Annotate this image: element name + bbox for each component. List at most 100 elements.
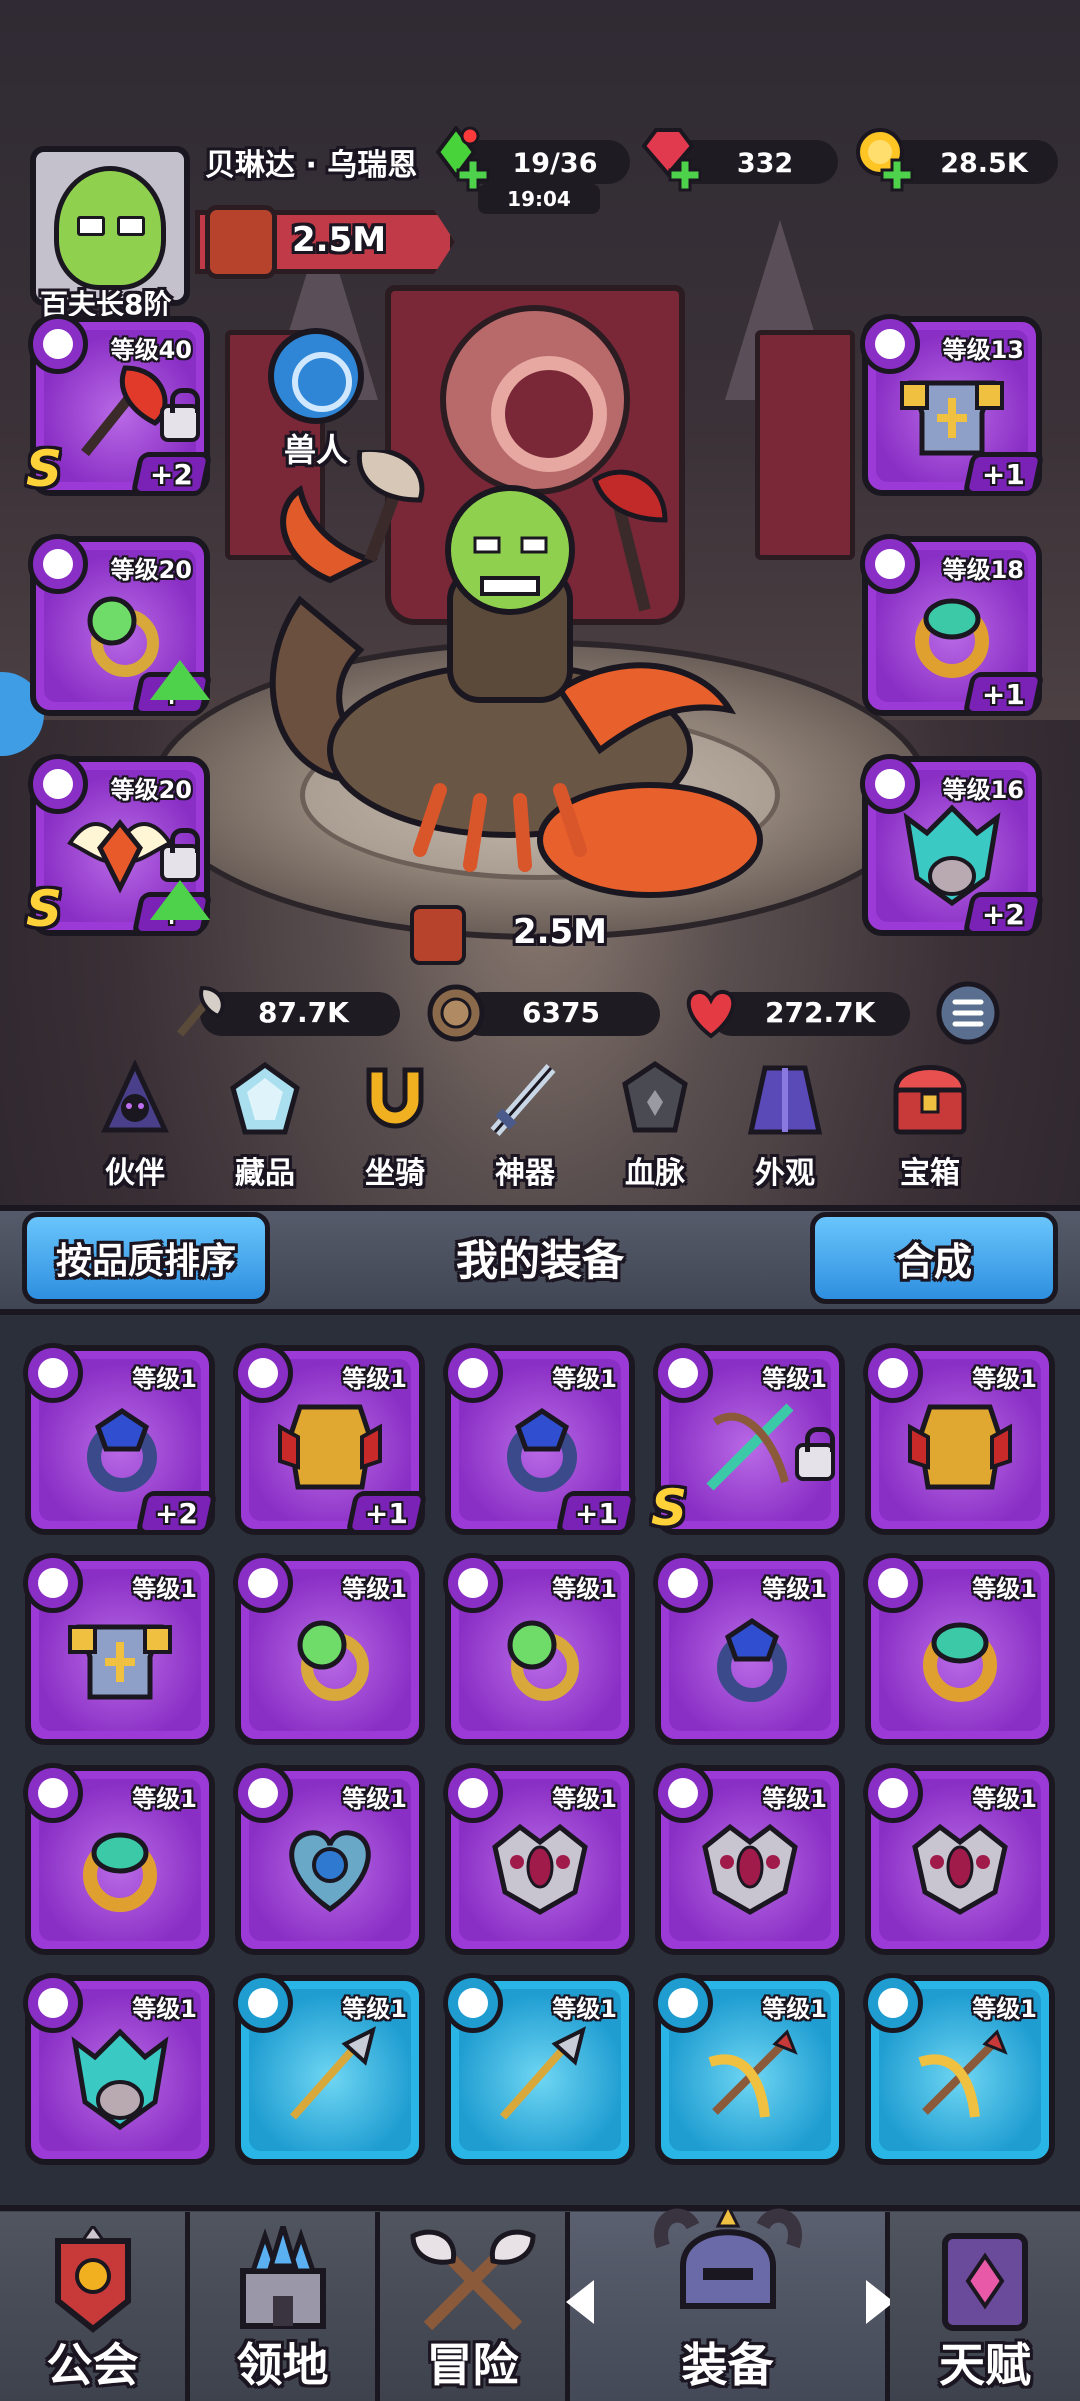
amulet-type-icon xyxy=(653,1763,713,1823)
item-level: 等级1 xyxy=(552,1995,617,2023)
inventory-item-jade-ring[interactable]: 等级1 xyxy=(23,1763,215,1955)
inventory-item-blue-ring[interactable]: 等级1 +1 xyxy=(443,1343,638,1535)
equip-slot-armor[interactable]: 等级13 +1 xyxy=(860,314,1045,496)
inventory-item-jade-ring[interactable]: 等级1 xyxy=(863,1553,1055,1745)
spear-icon xyxy=(290,2026,376,2120)
orc-race-icon[interactable] xyxy=(268,328,364,424)
gold-value: 28.5K xyxy=(940,148,1028,179)
plate-armor-icon xyxy=(68,1624,172,1700)
lock-icon xyxy=(795,1427,835,1481)
grade-badge: S xyxy=(26,880,63,938)
gold-armor-icon xyxy=(278,1404,382,1490)
ring-type-icon xyxy=(23,1763,83,1823)
inventory-item-gold-armor[interactable]: 等级1 +1 xyxy=(233,1343,428,1535)
item-level: 等级1 xyxy=(132,1995,197,2023)
upgrade-arrow-icon xyxy=(150,660,210,700)
inventory-item-pink-mask[interactable]: 等级1 xyxy=(653,1763,845,1955)
defense-value: 6375 xyxy=(522,996,600,1029)
inventory-item-green-orb-ring[interactable]: 等级1 xyxy=(233,1553,425,1745)
inventory-item-crossbow[interactable]: 等级1 xyxy=(863,1973,1055,2165)
energy-value: 19/36 xyxy=(512,148,598,179)
grade-badge: S xyxy=(26,440,63,498)
lock-icon xyxy=(160,388,200,442)
nav-tab-territory[interactable]: 领地 xyxy=(190,2212,380,2401)
enhance-badge: +1 xyxy=(555,1491,638,1535)
amulet-type-icon xyxy=(233,1763,293,1823)
category-artifact[interactable]: 神器 xyxy=(470,1060,580,1191)
amulet-type-icon xyxy=(863,1763,923,1823)
nav-label: 公会 xyxy=(46,2338,139,2392)
pink-mask-icon xyxy=(912,1823,1008,1915)
hero-on-scorpion-mount xyxy=(269,450,763,898)
ring-type-icon xyxy=(443,1343,503,1403)
category-mount[interactable]: 坐骑 xyxy=(340,1060,450,1191)
item-level: 等级18 xyxy=(942,556,1024,584)
enhance-value: +1 xyxy=(982,457,1025,491)
item-level: 等级1 xyxy=(342,1575,407,1603)
jade-ring-icon xyxy=(83,1832,157,1913)
inventory-item-spear[interactable]: 等级1 xyxy=(233,1973,425,2165)
category-label: 神器 xyxy=(495,1156,555,1191)
item-level: 等级1 xyxy=(552,1785,617,1813)
equip-slot-ring[interactable]: 等级20 + xyxy=(28,534,213,716)
equip-slot-weapon[interactable]: 等级40 +2 S xyxy=(26,314,213,498)
nav-tab-guild[interactable]: 公会 xyxy=(0,2212,190,2401)
nav-tab-equipment[interactable]: 装备 xyxy=(570,2206,890,2401)
item-level: 等级13 xyxy=(942,336,1024,364)
enhance-badge: +1 xyxy=(962,672,1045,716)
inventory-item-pink-mask[interactable]: 等级1 xyxy=(863,1763,1055,1955)
inventory-item-teal-helm[interactable]: 等级1 xyxy=(23,1973,215,2165)
nav-label: 冒险 xyxy=(426,2338,519,2392)
spear-icon xyxy=(500,2026,586,2120)
item-level: 等级1 xyxy=(972,1785,1037,1813)
equip-slot-ring-2[interactable]: 等级18 +1 xyxy=(860,534,1045,716)
lock-icon xyxy=(160,828,200,882)
add-gems-icon[interactable] xyxy=(668,158,702,192)
upgrade-arrow-icon xyxy=(150,880,210,920)
category-companion[interactable]: 伙伴 xyxy=(80,1060,190,1191)
item-level: 等级20 xyxy=(110,556,192,584)
inventory-item-crossbow[interactable]: 等级1 xyxy=(653,1973,845,2165)
shield-icon xyxy=(427,984,485,1042)
add-gold-icon[interactable] xyxy=(880,158,914,192)
nav-tab-adventure[interactable]: 冒险 xyxy=(380,2212,570,2401)
avatar[interactable] xyxy=(30,146,190,306)
inventory-item-green-orb-ring[interactable]: 等级1 xyxy=(443,1553,635,1745)
item-level: 等级1 xyxy=(342,1365,407,1393)
sort-by-quality-button[interactable]: 按品质排序 xyxy=(22,1212,270,1304)
inventory-item-blue-heart[interactable]: 等级1 xyxy=(233,1763,425,1955)
ring-type-icon xyxy=(23,1343,83,1403)
category-label: 伙伴 xyxy=(105,1156,165,1191)
equip-slot-amulet[interactable]: 等级20 + S xyxy=(26,754,213,938)
item-level: 等级1 xyxy=(552,1575,617,1603)
item-level: 等级1 xyxy=(762,1365,827,1393)
inventory-item-gold-armor[interactable]: 等级1 xyxy=(863,1343,1055,1535)
hero-power-icon xyxy=(410,905,466,965)
inventory-item-blue-ring[interactable]: 等级1 xyxy=(653,1553,845,1745)
inventory-item-spear[interactable]: 等级1 xyxy=(443,1973,635,2165)
category-appearance[interactable]: 外观 xyxy=(730,1060,840,1191)
category-collection[interactable]: 藏品 xyxy=(210,1060,320,1191)
inventory-item-green-bow[interactable]: 等级1 S xyxy=(651,1343,845,1537)
item-level: 等级1 xyxy=(342,1785,407,1813)
green-orb-ring-icon xyxy=(297,1620,369,1702)
player-power: 2.5M xyxy=(292,220,387,260)
inventory-item-blue-ring[interactable]: 等级1 +2 xyxy=(23,1343,218,1535)
merge-button[interactable]: 合成 xyxy=(810,1212,1058,1304)
category-label: 坐骑 xyxy=(365,1156,425,1191)
blue-ring-icon xyxy=(717,1618,787,1703)
enhance-badge: +2 xyxy=(135,1491,218,1535)
item-level: 等级1 xyxy=(132,1365,197,1393)
jade-ring-icon xyxy=(915,598,989,678)
category-bloodline[interactable]: 血脉 xyxy=(600,1060,710,1191)
enhance-badge: +2 xyxy=(130,452,213,496)
enhance-value: +2 xyxy=(150,457,193,491)
teal-helm-icon xyxy=(71,2028,169,2131)
nav-tab-talent[interactable]: 天赋 xyxy=(890,2212,1080,2401)
guild-banner-icon xyxy=(54,2226,131,2333)
category-chest[interactable]: 宝箱 xyxy=(875,1060,985,1191)
stats-detail-list-icon[interactable] xyxy=(935,980,1001,1046)
inventory-item-pink-mask[interactable]: 等级1 xyxy=(443,1763,635,1955)
equip-slot-helm[interactable]: 等级16 +2 xyxy=(860,754,1045,936)
inventory-item-plate-armor[interactable]: 等级1 xyxy=(23,1553,215,1745)
